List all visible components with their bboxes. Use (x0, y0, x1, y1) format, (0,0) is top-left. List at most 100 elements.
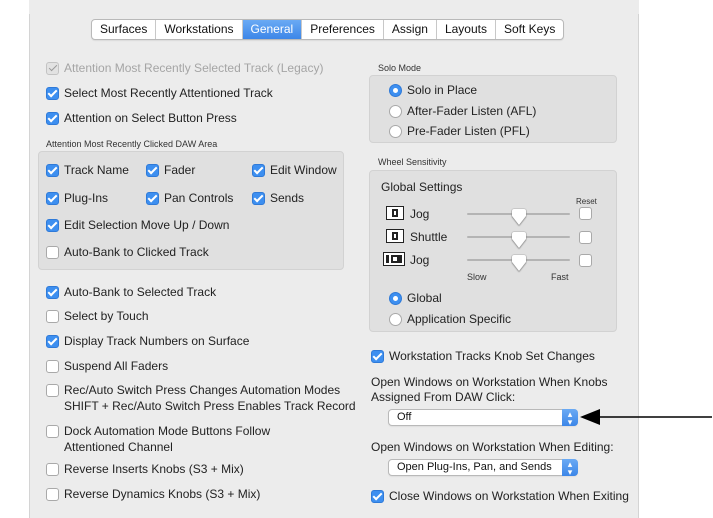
jog2-label: Jog (410, 253, 430, 267)
auto-bank-selected-option[interactable]: Auto-Bank to Selected Track (46, 285, 216, 299)
select-by-touch-checkbox[interactable] (46, 309, 59, 323)
pfl-option[interactable]: Pre-Fader Listen (PFL) (389, 124, 530, 138)
reverse-dynamics-label: Reverse Dynamics Knobs (S3 + Mix) (64, 487, 261, 501)
jog-wheel-icon (386, 206, 404, 220)
scope-app-radio[interactable] (389, 312, 402, 326)
select-recent-checkbox[interactable] (46, 86, 59, 100)
display-track-numbers-label: Display Track Numbers on Surface (64, 334, 250, 348)
scope-global-radio[interactable] (389, 291, 402, 305)
fast-label: Fast (551, 272, 569, 282)
tab-workstations[interactable]: Workstations (156, 20, 243, 39)
select-by-touch-label: Select by Touch (64, 309, 149, 323)
jog2-reset-checkbox[interactable] (579, 254, 592, 267)
editing-popup-value: Open Plug-Ins, Pan, and Sends (397, 461, 552, 473)
knob-set-changes-checkbox[interactable] (371, 349, 384, 363)
tab-assign[interactable]: Assign (384, 20, 437, 39)
knobs-popup[interactable]: Off ▴ ▾ (388, 409, 578, 427)
tab-general[interactable]: General (242, 20, 303, 39)
tab-preferences[interactable]: Preferences (302, 20, 384, 39)
fader-checkbox[interactable] (146, 163, 159, 177)
knob-set-changes-label: Workstation Tracks Knob Set Changes (389, 349, 595, 363)
afl-radio[interactable] (389, 104, 402, 118)
editing-popup[interactable]: Open Plug-Ins, Pan, and Sends ▴ ▾ (388, 459, 578, 477)
pan-controls-option[interactable]: Pan Controls (146, 191, 233, 205)
chevron-updown-icon: ▴ ▾ (562, 409, 578, 427)
tab-soft-keys[interactable]: Soft Keys (496, 20, 563, 39)
close-windows-label: Close Windows on Workstation When Exitin… (389, 489, 629, 503)
display-track-numbers-option[interactable]: Display Track Numbers on Surface (46, 334, 249, 348)
edit-selection-option[interactable]: Edit Selection Move Up / Down (46, 218, 229, 232)
tab-layouts[interactable]: Layouts (437, 20, 496, 39)
select-recent-label: Select Most Recently Attentioned Track (64, 86, 273, 100)
solo-in-place-radio[interactable] (389, 83, 402, 97)
sends-checkbox[interactable] (252, 191, 265, 205)
suspend-faders-checkbox[interactable] (46, 359, 59, 373)
rec-auto-label-line1: Rec/Auto Switch Press Changes Automation… (64, 383, 341, 397)
dock-automation-checkbox[interactable] (46, 424, 59, 438)
pfl-radio[interactable] (389, 124, 402, 138)
shuttle-reset-checkbox[interactable] (579, 231, 592, 244)
jog-knob-icon (383, 252, 405, 266)
auto-bank-clicked-checkbox[interactable] (46, 245, 59, 259)
plugins-label: Plug-Ins (64, 191, 109, 205)
global-settings-title: Global Settings (381, 180, 462, 194)
reverse-dynamics-checkbox[interactable] (46, 487, 59, 501)
fader-label: Fader (164, 163, 196, 177)
auto-bank-selected-checkbox[interactable] (46, 285, 59, 299)
close-windows-option[interactable]: Close Windows on Workstation When Exitin… (371, 489, 629, 503)
shuttle-slider-thumb[interactable] (511, 232, 526, 248)
scope-global-label: Global (407, 291, 442, 305)
edit-window-label: Edit Window (270, 163, 337, 177)
rec-auto-line2: SHIFT + Rec/Auto Switch Press Enables Tr… (64, 399, 356, 413)
attention-button-checkbox[interactable] (46, 111, 59, 125)
suspend-faders-option[interactable]: Suspend All Faders (46, 359, 168, 373)
solo-mode-label: Solo Mode (378, 63, 422, 73)
knobs-popup-value: Off (397, 411, 412, 423)
dock-automation-option[interactable]: Dock Automation Mode Buttons Follow (46, 424, 270, 438)
jog2-slider-thumb[interactable] (511, 255, 526, 271)
fader-option[interactable]: Fader (146, 163, 195, 177)
reverse-inserts-label: Reverse Inserts Knobs (S3 + Mix) (64, 462, 244, 476)
solo-in-place-option[interactable]: Solo in Place (389, 83, 477, 97)
tab-bar: Surfaces Workstations General Preference… (91, 19, 565, 40)
sends-option[interactable]: Sends (252, 191, 304, 205)
afl-label: After-Fader Listen (AFL) (407, 104, 537, 118)
dock-automation-line2: Attentioned Channel (64, 440, 173, 454)
plugins-option[interactable]: Plug-Ins (46, 191, 108, 205)
afl-option[interactable]: After-Fader Listen (AFL) (389, 104, 536, 118)
select-by-touch-option[interactable]: Select by Touch (46, 309, 149, 323)
jog-label: Jog (410, 207, 430, 221)
scope-app-option[interactable]: Application Specific (389, 312, 511, 326)
reverse-dynamics-option[interactable]: Reverse Dynamics Knobs (S3 + Mix) (46, 487, 260, 501)
close-windows-checkbox[interactable] (371, 489, 384, 503)
shuttle-row-label: Shuttle (410, 230, 447, 244)
display-track-numbers-checkbox[interactable] (46, 334, 59, 348)
auto-bank-clicked-label: Auto-Bank to Clicked Track (64, 245, 209, 259)
tab-surfaces[interactable]: Surfaces (92, 20, 157, 39)
edit-window-checkbox[interactable] (252, 163, 265, 177)
attention-legacy-label: Attention Most Recently Selected Track (… (64, 61, 324, 75)
rec-auto-checkbox[interactable] (46, 383, 59, 397)
scope-global-option[interactable]: Global (389, 291, 442, 305)
pan-controls-checkbox[interactable] (146, 191, 159, 205)
edit-selection-label: Edit Selection Move Up / Down (64, 218, 230, 232)
open-knobs-label-line1: Open Windows on Workstation When Knobs (371, 375, 608, 389)
auto-bank-clicked-option[interactable]: Auto-Bank to Clicked Track (46, 245, 209, 259)
jog-slider-thumb[interactable] (511, 209, 526, 225)
open-editing-title: Open Windows on Workstation When Editing… (371, 440, 614, 454)
attention-button-option[interactable]: Attention on Select Button Press (46, 111, 237, 125)
track-name-checkbox[interactable] (46, 163, 59, 177)
rec-auto-option[interactable]: Rec/Auto Switch Press Changes Automation… (46, 383, 340, 397)
edit-selection-checkbox[interactable] (46, 218, 59, 232)
plugins-checkbox[interactable] (46, 191, 59, 205)
chevron-updown-icon: ▴ ▾ (562, 459, 578, 477)
select-recent-option[interactable]: Select Most Recently Attentioned Track (46, 86, 273, 100)
reverse-inserts-checkbox[interactable] (46, 462, 59, 476)
jog-reset-checkbox[interactable] (579, 207, 592, 220)
track-name-option[interactable]: Track Name (46, 163, 129, 177)
attention-legacy-checkbox (46, 61, 59, 75)
reverse-inserts-option[interactable]: Reverse Inserts Knobs (S3 + Mix) (46, 462, 244, 476)
edit-window-option[interactable]: Edit Window (252, 163, 337, 177)
knob-set-changes-option[interactable]: Workstation Tracks Knob Set Changes (371, 349, 595, 363)
reset-label: Reset (576, 197, 597, 206)
